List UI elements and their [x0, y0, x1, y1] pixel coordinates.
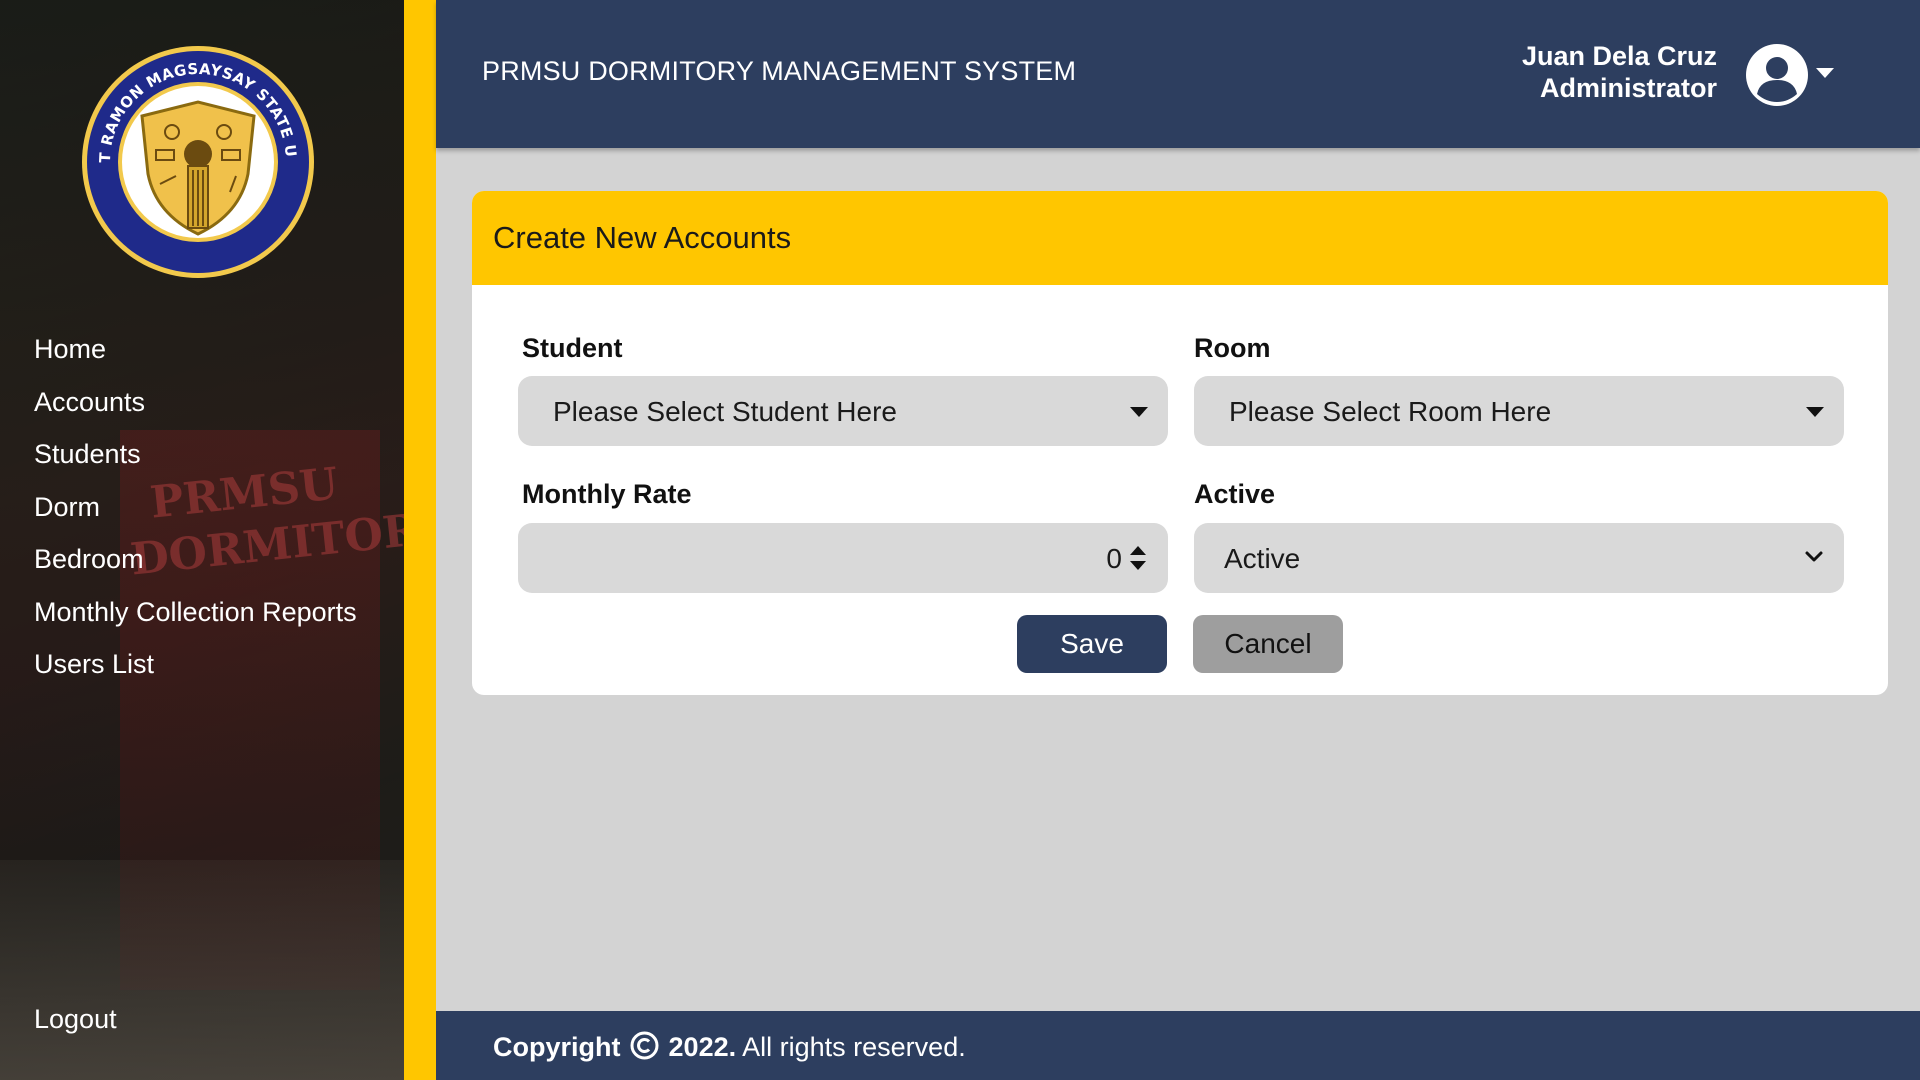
copyright-text: Copyright 2022. All rights reserved.	[493, 1031, 966, 1063]
university-logo: PRESIDENT RAMON MAGSAYSAY STATE UNIVERSI…	[80, 44, 314, 278]
user-role: Administrator	[1539, 73, 1717, 103]
monthly-rate-label: Monthly Rate	[522, 479, 692, 509]
active-label: Active	[1194, 479, 1276, 509]
create-account-card: Create New Accounts Student Please Selec…	[472, 191, 1888, 695]
app-root: PRMSU DORMITORY PRESIDENT RAMON MAGSAYSA…	[0, 0, 1920, 1080]
save-button[interactable]: Save	[1017, 615, 1167, 673]
copyright-year: 2022.	[668, 1032, 737, 1062]
room-label: Room	[1194, 333, 1271, 363]
student-select-value: Please Select Student Here	[553, 396, 897, 427]
student-label: Student	[522, 333, 623, 363]
sidebar-nav: Home Accounts Students Dorm Bedroom Mont…	[34, 330, 357, 698]
monthly-rate-value: 0	[1106, 543, 1122, 574]
room-select-value: Please Select Room Here	[1229, 396, 1552, 427]
copyright-icon	[630, 1031, 659, 1060]
sidebar-background-ground	[0, 860, 404, 1080]
footer: Copyright 2022. All rights reserved.	[436, 1011, 1920, 1080]
sidebar-item-monthly-collection-reports[interactable]: Monthly Collection Reports	[34, 593, 357, 646]
student-select[interactable]: Please Select Student Here	[518, 376, 1168, 446]
caret-down-icon	[1806, 407, 1824, 417]
room-select[interactable]: Please Select Room Here	[1194, 376, 1844, 446]
monthly-rate-input[interactable]: 0	[518, 523, 1168, 593]
sidebar-item-users-list[interactable]: Users List	[34, 645, 357, 698]
active-select[interactable]: Active	[1194, 523, 1844, 593]
logout-link[interactable]: Logout	[34, 1004, 117, 1035]
card-header: Create New Accounts	[472, 191, 1888, 285]
caret-down-icon	[1130, 407, 1148, 417]
card-title: Create New Accounts	[493, 220, 792, 255]
chevron-down-icon	[1805, 551, 1823, 562]
sidebar-accent-stripe	[404, 0, 436, 1080]
sidebar-item-bedroom[interactable]: Bedroom	[34, 540, 357, 593]
user-circle-icon[interactable]	[1746, 44, 1808, 106]
user-name: Juan Dela Cruz	[1521, 41, 1717, 71]
sidebar-item-students[interactable]: Students	[34, 435, 357, 488]
number-spinner-icon[interactable]	[1128, 543, 1148, 573]
top-header: PRMSU DORMITORY MANAGEMENT SYSTEM Juan D…	[436, 0, 1920, 148]
copyright-rights: All rights reserved.	[742, 1032, 966, 1062]
user-info: Juan Dela Cruz Administrator	[1522, 40, 1717, 104]
app-title: PRMSU DORMITORY MANAGEMENT SYSTEM	[482, 56, 1077, 86]
active-select-value: Active	[1224, 543, 1301, 574]
sidebar: PRMSU DORMITORY PRESIDENT RAMON MAGSAYSA…	[0, 0, 404, 1080]
sidebar-item-home[interactable]: Home	[34, 330, 357, 383]
sidebar-item-accounts[interactable]: Accounts	[34, 383, 357, 436]
user-menu-caret-icon[interactable]	[1816, 68, 1834, 78]
copyright-word: Copyright	[493, 1032, 621, 1062]
cancel-button[interactable]: Cancel	[1193, 615, 1343, 673]
sidebar-item-dorm[interactable]: Dorm	[34, 488, 357, 541]
